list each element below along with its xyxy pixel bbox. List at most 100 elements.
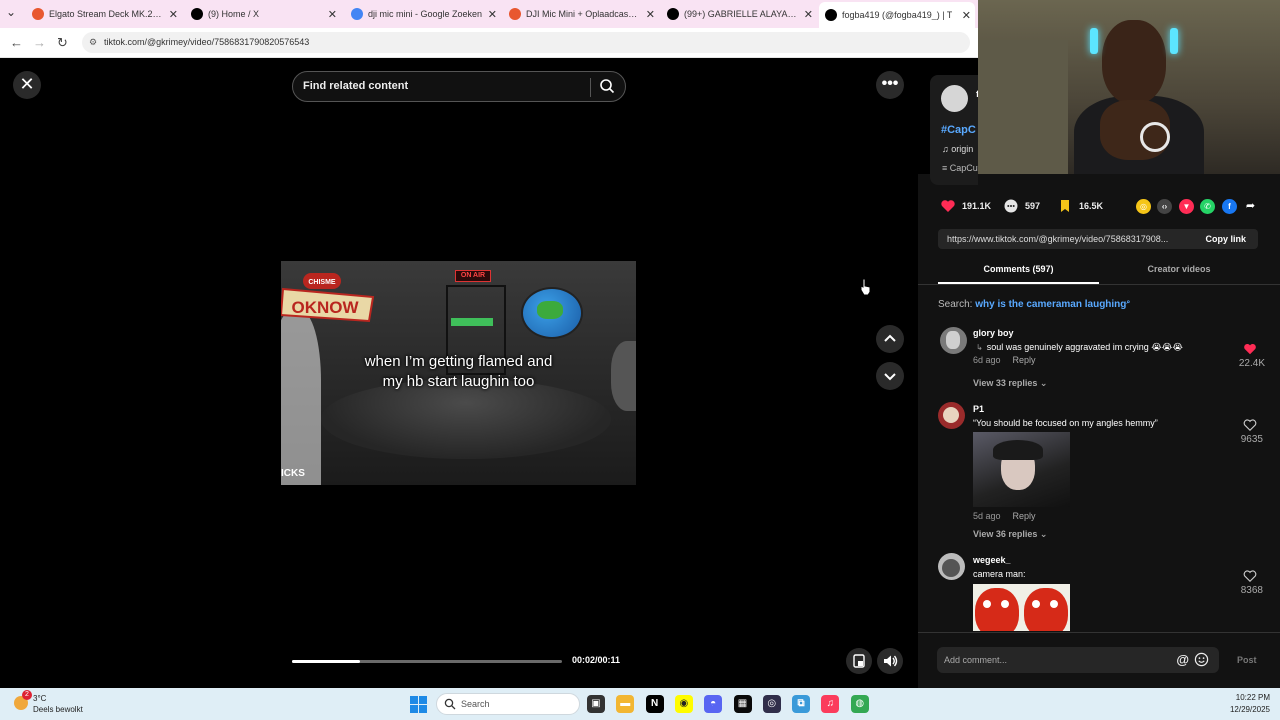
browser-tab-title: (99+) GABRIELLE ALAYAH💗 (@: [684, 8, 799, 19]
browser-tab[interactable]: DJI Mic Mini + Oplaadcase | Co ✕: [503, 4, 659, 24]
emoji-icon[interactable]: [1194, 652, 1209, 667]
x-icon: [191, 8, 203, 20]
close-tab-icon[interactable]: ✕: [962, 9, 971, 22]
search-icon[interactable]: [599, 78, 615, 94]
volume-button[interactable]: [877, 648, 903, 674]
notification-badge: 2: [22, 690, 32, 700]
comment-image[interactable]: [973, 584, 1070, 631]
mention-icon[interactable]: @: [1176, 652, 1189, 667]
facebook-icon[interactable]: f: [1222, 199, 1237, 214]
svg-text:OKNOW: OKNOW: [291, 298, 359, 317]
video-link[interactable]: https://www.tiktok.com/@gkrimey/video/75…: [947, 234, 1197, 244]
close-video-button[interactable]: ✕: [13, 71, 41, 99]
tab-menu-button[interactable]: ⌄: [6, 5, 16, 19]
more-icon: •••: [881, 75, 899, 92]
embed-icon[interactable]: ‹›: [1157, 199, 1172, 214]
search-divider: [590, 78, 591, 97]
elgato-icon[interactable]: ▦: [733, 695, 752, 713]
reload-icon[interactable]: ↻: [57, 35, 68, 51]
mouse-cursor: [860, 278, 872, 296]
caption-line-1: when I’m getting flamed and: [364, 353, 553, 370]
browser-tab[interactable]: (9) Home / X ✕: [185, 4, 341, 24]
browser-tab[interactable]: dji mic mini - Google Zoeken ✕: [345, 4, 501, 24]
comment-meta: 6d ago Reply: [973, 355, 1036, 365]
chevron-up-icon: [884, 334, 896, 342]
browser-tab-title: dji mic mini - Google Zoeken: [368, 9, 483, 19]
discord-icon[interactable]: ◓: [704, 695, 723, 713]
windows-start-icon[interactable]: [410, 696, 427, 713]
task-view-icon[interactable]: ▣: [587, 695, 605, 713]
comment-avatar[interactable]: [938, 553, 965, 580]
like-stat[interactable]: 191.1K: [940, 198, 991, 214]
comment-avatar[interactable]: [938, 402, 965, 429]
tab-comments[interactable]: Comments (597): [938, 264, 1099, 274]
reply-button[interactable]: Reply: [1013, 511, 1036, 521]
view-replies-button[interactable]: View 36 replies ⌄: [973, 529, 1047, 540]
netflix-icon[interactable]: N: [645, 695, 664, 713]
share-arrow-icon[interactable]: ➦: [1243, 199, 1258, 214]
comment-avatar[interactable]: [940, 327, 967, 354]
video-hashtag[interactable]: #CapC: [941, 124, 976, 136]
close-tab-icon[interactable]: ✕: [169, 8, 178, 21]
browser-tab[interactable]: fogba419 (@fogba419_) | T ✕: [819, 2, 975, 28]
comment-text: camera man:: [973, 569, 1026, 579]
video-player[interactable]: CHISME OKNOW ON AIR ICKS when I’m gettin…: [281, 261, 636, 485]
add-comment-input[interactable]: Add comment... @: [937, 647, 1219, 673]
browser-tab-title: (9) Home / X: [208, 9, 260, 19]
tab-creator-videos[interactable]: Creator videos: [1099, 264, 1259, 274]
reply-button[interactable]: Reply: [1013, 355, 1036, 365]
comment-like-count: 22.4K: [1238, 358, 1265, 369]
clock-date: 12/29/2025: [1229, 705, 1270, 714]
copy-link-button[interactable]: Copy link: [1205, 234, 1246, 244]
search-suggestion-query[interactable]: why is the cameraman laughing: [975, 299, 1126, 310]
comment-like-icon[interactable]: [1243, 418, 1257, 432]
picture-in-picture-button[interactable]: [846, 648, 872, 674]
comment-username[interactable]: P1: [973, 404, 984, 414]
creator-avatar[interactable]: [941, 85, 968, 112]
music-link[interactable]: ♫ origin: [942, 144, 973, 154]
close-tab-icon[interactable]: ✕: [328, 8, 337, 21]
previous-video-button[interactable]: [876, 325, 904, 353]
comment-username[interactable]: glory boy: [973, 328, 1014, 338]
view-replies-button[interactable]: View 33 replies ⌄: [973, 378, 1047, 389]
close-tab-icon[interactable]: ✕: [488, 8, 497, 21]
network-icon[interactable]: ⧉: [792, 695, 811, 713]
back-icon[interactable]: ←: [10, 35, 23, 50]
taskbar-search[interactable]: Search: [436, 693, 580, 715]
weather-widget[interactable]: 2 3°C Deels bewolkt: [10, 690, 110, 716]
comment-like-icon[interactable]: [1243, 569, 1257, 583]
whatsapp-icon[interactable]: ✆: [1200, 199, 1215, 214]
share-coin-icon[interactable]: ◎: [1136, 199, 1151, 214]
url-field[interactable]: ⚙ tiktok.com/@gkrimey/video/758683179082…: [82, 32, 970, 53]
comment-username[interactable]: wegeek_: [973, 555, 1011, 565]
chrome-icon[interactable]: ◍: [850, 695, 869, 713]
share-tiktok-icon[interactable]: ▼: [1179, 199, 1194, 214]
clock-time: 10:22 PM: [1235, 693, 1270, 702]
close-tab-icon[interactable]: ✕: [804, 8, 813, 21]
site-info-icon[interactable]: ⚙: [89, 32, 97, 53]
google-icon: [351, 8, 363, 20]
close-tab-icon[interactable]: ✕: [646, 8, 655, 21]
comment-text: “You should be focused on my angles hemm…: [973, 418, 1158, 428]
browser-tab[interactable]: (99+) GABRIELLE ALAYAH💗 (@ ✕: [661, 4, 817, 24]
video-progress-bar[interactable]: [292, 660, 562, 663]
save-stat[interactable]: 16.5K: [1057, 198, 1103, 214]
more-options-button[interactable]: •••: [876, 71, 904, 99]
system-clock[interactable]: 10:22 PM 12/29/2025: [1230, 692, 1270, 716]
close-icon: ✕: [19, 74, 35, 94]
next-video-button[interactable]: [876, 362, 904, 390]
comment-image[interactable]: [973, 432, 1070, 507]
comment-icon: [1004, 199, 1018, 213]
browser-tab[interactable]: Elgato Stream Deck MK.2 - Zwa ✕: [26, 4, 182, 24]
itunes-icon[interactable]: ♫: [821, 695, 840, 713]
snapchat-icon[interactable]: ◉: [674, 695, 693, 713]
search-suggestion[interactable]: Search: why is the cameraman laughing⌕: [938, 299, 1130, 310]
comment-stat[interactable]: 597: [1003, 198, 1040, 214]
comment-like-icon[interactable]: [1243, 342, 1257, 356]
comment-text: ↳ soul was genuinely aggravated im crying…: [976, 342, 1183, 352]
post-comment-button[interactable]: Post: [1237, 655, 1257, 665]
find-related-search[interactable]: Find related content: [292, 71, 626, 102]
forward-icon[interactable]: →: [33, 35, 46, 50]
file-explorer-icon[interactable]: ▬: [616, 695, 635, 713]
obs-icon[interactable]: ◎: [762, 695, 781, 713]
